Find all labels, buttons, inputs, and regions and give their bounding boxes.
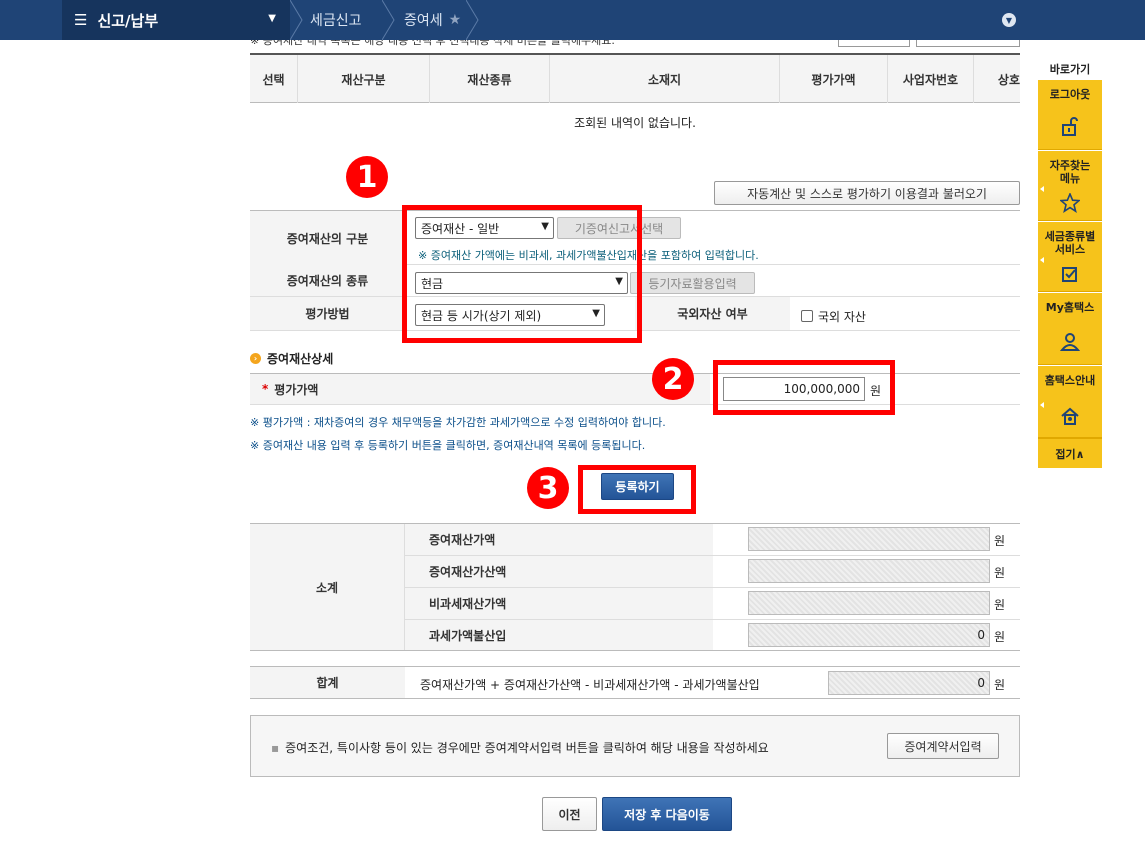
quick-tax-services[interactable]: 세금종류별 서비스 [1038, 222, 1102, 292]
quick-favorites[interactable]: 자주찾는 메뉴 [1038, 151, 1102, 221]
detail-section-title-text: 증여재산상세 [267, 352, 334, 366]
gift-property-amount-field [748, 527, 990, 551]
list-instruction: ※ 증여재산 내역 목록은 해당 내용 선택 후 선택내용 삭제 버튼을 클릭해… [250, 40, 615, 47]
column-header: 선택 [250, 55, 298, 103]
annotation-box-3 [578, 465, 696, 514]
quick-my-hometax[interactable]: My홈택스 [1038, 293, 1102, 365]
empty-list-message: 조회된 내역이 없습니다. [574, 116, 696, 130]
total-label: 합계 [250, 667, 405, 698]
breadcrumb-label: 세금신고 [310, 13, 362, 29]
quick-item-label: 세금종류별 서비스 [1044, 230, 1096, 256]
caret-down-icon: ▼ [268, 13, 276, 24]
required-mark: * [262, 382, 269, 396]
annotation-number-3: 3 [527, 467, 569, 509]
subtotal-label: 소계 [250, 524, 405, 650]
favorite-star-icon[interactable]: ★ [449, 12, 462, 28]
foreign-asset-checkbox[interactable] [801, 310, 813, 322]
annotation-number-2: 2 [652, 358, 694, 400]
triangle-left-icon [1040, 402, 1044, 408]
subtotal-row-label: 비과세재산가액 [405, 588, 713, 619]
detail-section-title: › 증여재산상세 [250, 350, 333, 367]
main-menu-label: 신고/납부 [97, 11, 159, 30]
total-amount-field: 0 [828, 671, 990, 695]
user-icon [1060, 333, 1080, 351]
unit-label: 원 [994, 630, 1006, 644]
quick-hometax-guide[interactable]: 홈택스안내 [1038, 366, 1102, 438]
star-icon [1060, 193, 1080, 213]
category-label: 증여재산의 구분 [250, 211, 405, 265]
contract-input-button[interactable]: 증여계약서입력 [887, 733, 999, 759]
quick-item-label: 홈택스안내 [1044, 374, 1096, 387]
triangle-left-icon [1040, 186, 1044, 192]
foreign-asset-checkbox-label: 국외 자산 [818, 310, 866, 324]
quick-menu-fold-button[interactable]: 접기∧ [1038, 438, 1102, 468]
arrow-bullet-icon: › [250, 353, 261, 364]
quick-item-label: My홈택스 [1045, 301, 1095, 314]
column-header: 재산종류 [430, 55, 550, 103]
breadcrumb-separator [466, 0, 480, 40]
quick-menu: 바로가기 로그아웃 자주찾는 메뉴 세금종류별 서비스 My홈택스 홈택스안내 … [1038, 60, 1102, 470]
contract-condition-text-value: 증여조건, 특이사항 등이 있는 경우에만 증여계약서입력 버튼을 클릭하여 해… [285, 741, 769, 755]
load-results-button[interactable]: 자동계산 및 스스로 평가하기 이용결과 불러오기 [714, 181, 1020, 205]
house-info-icon [1061, 407, 1079, 425]
breadcrumb-item-tax-report[interactable]: 세금신고 [310, 0, 362, 40]
annotation-box-1 [402, 205, 642, 343]
hamburger-icon: ☰ [74, 11, 88, 29]
checkbox-icon [1062, 267, 1077, 282]
type-label: 증여재산의 종류 [250, 265, 405, 296]
excluded-amount-field: 0 [748, 623, 990, 647]
unlock-icon [1062, 117, 1078, 136]
breadcrumb-separator [382, 0, 396, 40]
column-header: 재산구분 [298, 55, 430, 103]
subtotal-row-label: 과세가액불산입 [405, 620, 713, 650]
list-action-button[interactable] [916, 40, 1020, 47]
quick-item-label: 자주찾는 메뉴 [1049, 159, 1091, 185]
annotation-number-1: 1 [346, 156, 388, 198]
column-header: 상호 [997, 72, 1020, 87]
annotation-box-2 [713, 360, 895, 415]
nontaxable-amount-field [748, 591, 990, 615]
prev-button[interactable]: 이전 [542, 797, 597, 831]
contract-condition-text: ▪ 증여조건, 특이사항 등이 있는 경우에만 증여계약서입력 버튼을 클릭하여 … [271, 739, 769, 756]
register-note: ※ 증여재산 내용 입력 후 등록하기 버튼을 클릭하면, 증여재산내역 목록에… [250, 439, 646, 452]
foreign-asset-label: 국외자산 여부 [635, 297, 790, 330]
price-label: * 평가가액 [250, 374, 710, 404]
breadcrumb-item-gift-tax[interactable]: 증여세 ★ [404, 0, 461, 40]
total-formula: 증여재산가액 + 증여재산가산액 - 비과세재산가액 - 과세가액불산입 [420, 678, 760, 692]
save-next-button[interactable]: 저장 후 다음이동 [602, 797, 732, 831]
price-note: ※ 평가가액 : 재차증여의 경우 채무액등을 차가감한 과세가액으로 수정 입… [250, 416, 666, 429]
price-label-text: 평가가액 [274, 382, 319, 397]
breadcrumb-label: 증여세 [404, 13, 443, 29]
unit-label: 원 [994, 678, 1006, 692]
expand-down-icon[interactable]: ▼ [1002, 13, 1016, 27]
top-nav-bar: ☰ 신고/납부 ▼ 세금신고 증여세 ★ ▼ [0, 0, 1145, 40]
column-header: 사업자번호 [888, 55, 974, 103]
unit-label: 원 [994, 598, 1006, 612]
column-header: 평가가액 [780, 55, 888, 103]
property-list-header: 선택 재산구분 재산종류 소재지 평가가액 사업자번호 상호 [250, 53, 1020, 103]
column-header: 소재지 [550, 55, 780, 103]
subtotal-row-label: 증여재산가산액 [405, 556, 713, 587]
main-menu-button[interactable]: ☰ 신고/납부 ▼ [62, 0, 290, 40]
added-amount-field [748, 559, 990, 583]
list-action-button[interactable] [838, 40, 910, 47]
registry-data-button[interactable]: 등기자료활용입력 [630, 272, 755, 294]
method-label: 평가방법 [250, 297, 405, 330]
triangle-left-icon [1040, 257, 1044, 263]
breadcrumb-separator [290, 0, 304, 40]
quick-logout[interactable]: 로그아웃 [1038, 80, 1102, 150]
square-bullet-icon: ▪ [271, 741, 280, 755]
unit-label: 원 [994, 534, 1006, 548]
quick-item-label: 로그아웃 [1049, 88, 1091, 101]
unit-label: 원 [994, 566, 1006, 580]
quick-menu-title: 바로가기 [1049, 63, 1091, 76]
subtotal-row-label: 증여재산가액 [405, 524, 713, 555]
page: ☰ 신고/납부 ▼ 세금신고 증여세 ★ ▼ ※ 증여재산 내역 목록은 해당 … [0, 0, 1145, 845]
price-row: * 평가가액 [250, 373, 1020, 405]
